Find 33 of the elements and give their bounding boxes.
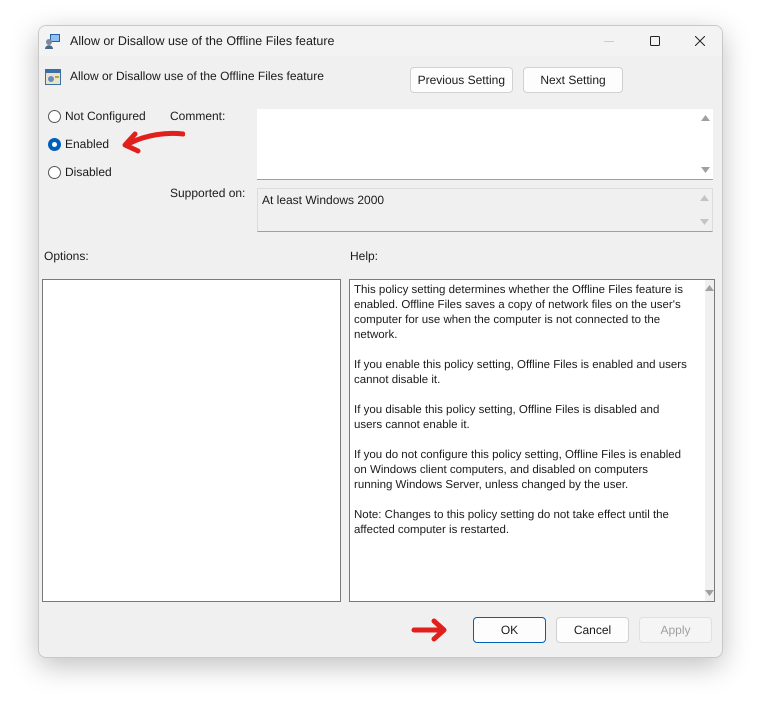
state-radio[interactable]: Disabled — [48, 165, 170, 179]
policy-setting-icon — [45, 69, 61, 85]
dialog-button[interactable]: OK — [473, 617, 546, 643]
dialog-button[interactable]: Cancel — [556, 617, 629, 643]
minimize-icon[interactable] — [604, 40, 614, 42]
help-label: Help: — [350, 248, 378, 265]
help-text: If you disable this policy setting, Offline Files is disabled and users cannot enable it. — [354, 403, 660, 433]
close-icon[interactable] — [695, 36, 705, 46]
annotation-arrow-icon — [121, 129, 185, 155]
nav-button[interactable]: Next Setting — [523, 67, 623, 93]
scroll-up-icon[interactable] — [700, 195, 708, 201]
help-text: If you enable this policy setting, Offline Files is enabled and users cannot disable it. — [354, 358, 688, 388]
comment-label: Comment: — [170, 108, 226, 125]
setting-title: Allow or Disallow use of the Offline Files feature — [70, 68, 324, 85]
annotation-arrow-icon — [411, 618, 449, 642]
window-title: Allow or Disallow use of the Offline Files feature — [70, 32, 334, 50]
help-text: This policy setting determines whether the Offline Files feature is enabled. Offline Files saves a copy of network files on the user's computer for use when the computer is not connected to the network. — [354, 283, 684, 343]
scroll-down-icon[interactable] — [700, 219, 708, 225]
maximize-icon[interactable] — [650, 36, 660, 46]
supported-on-value: At least Windows 2000 — [261, 192, 386, 209]
help-text: Note: Changes to this policy setting do not take effect until the affected computer is restarted. — [354, 508, 670, 538]
state-radio[interactable]: Not Configured — [48, 109, 170, 123]
supported-on-label: Supported on: — [170, 185, 246, 202]
scroll-down-icon[interactable] — [700, 167, 710, 173]
comment-field[interactable] — [257, 109, 713, 180]
help-text: If you do not configure this policy setting, Offline Files is enabled on Windows client computers, and disabled on computers running Windows Server, unless changed by the user. — [354, 448, 682, 493]
computer-user-icon — [45, 33, 61, 49]
scroll-up-icon[interactable] — [700, 115, 710, 121]
options-label: Options: — [44, 248, 90, 265]
scroll-down-icon[interactable] — [705, 590, 714, 596]
nav-button[interactable]: Previous Setting — [410, 67, 513, 93]
scroll-up-icon[interactable] — [705, 285, 714, 291]
state-radio[interactable]: Enabled — [48, 137, 170, 151]
